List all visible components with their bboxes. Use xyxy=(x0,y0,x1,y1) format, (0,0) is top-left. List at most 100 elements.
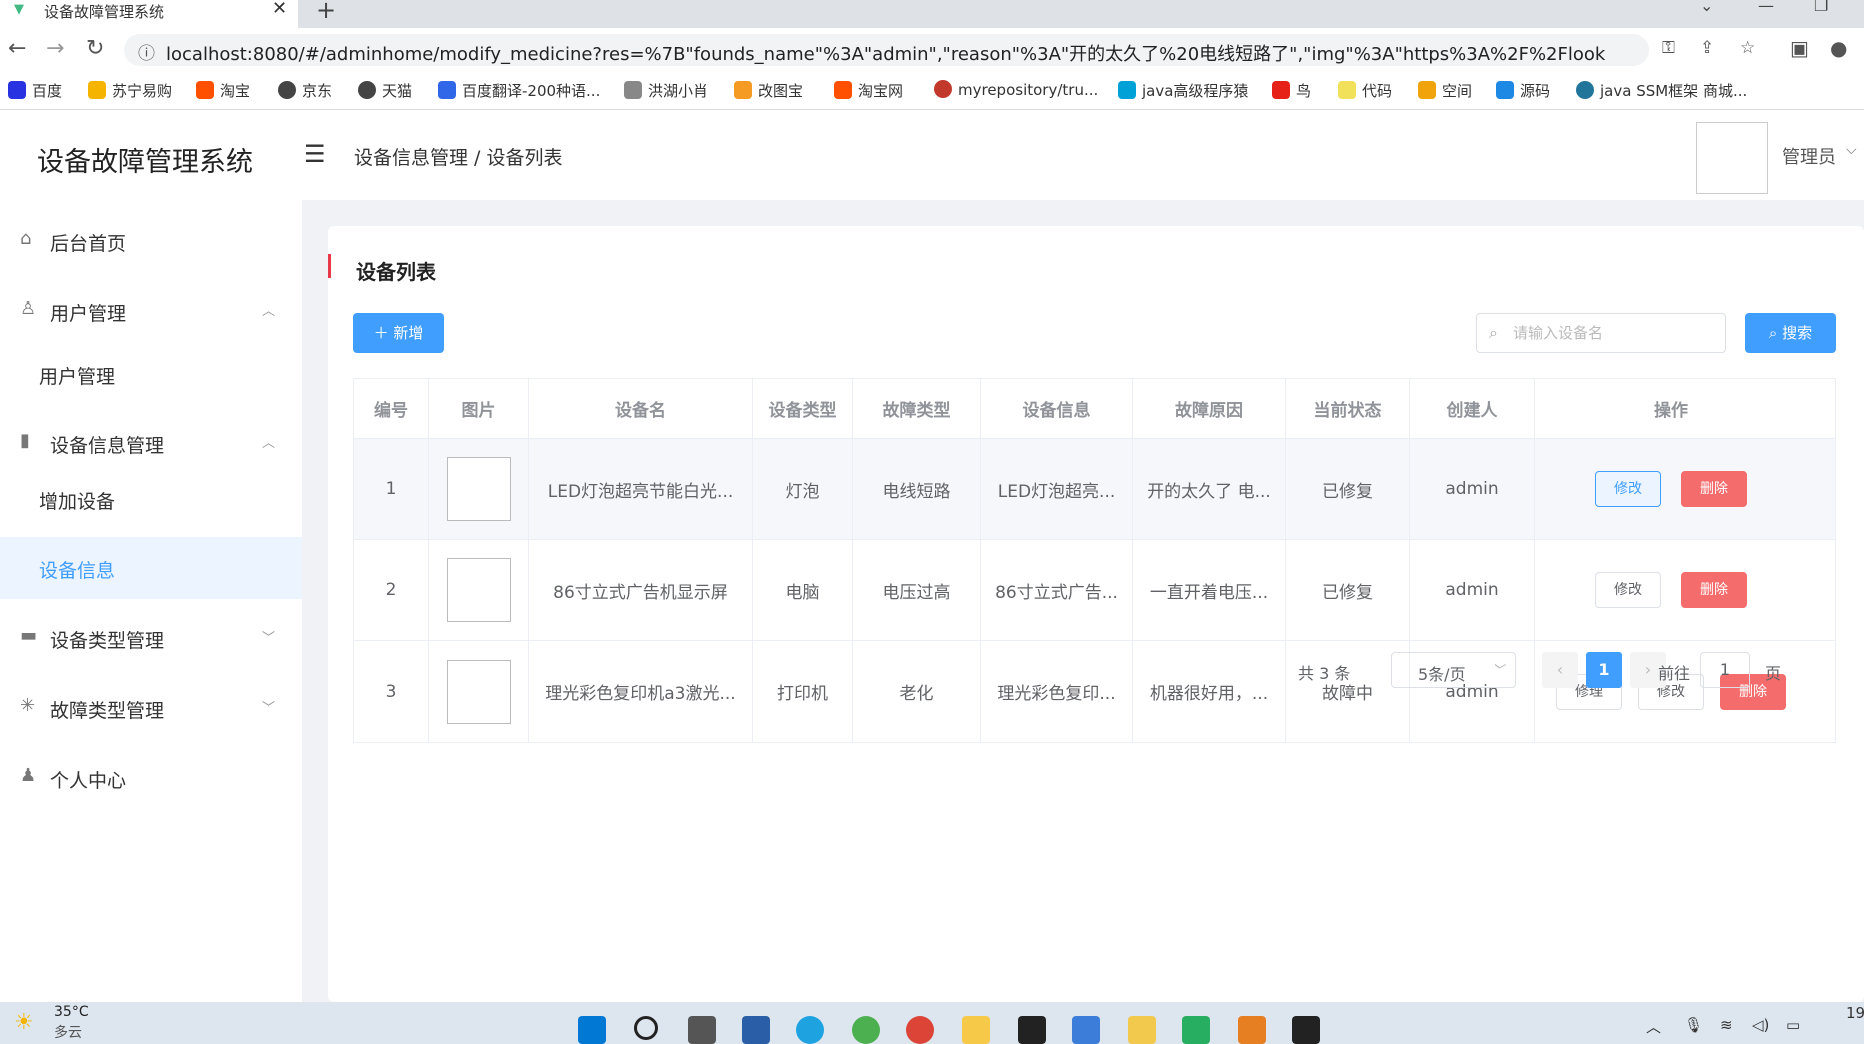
add-device-button[interactable]: ＋ 新增 xyxy=(353,313,444,353)
restore-icon[interactable]: ❐ xyxy=(1814,0,1828,15)
star-icon[interactable]: ☆ xyxy=(1740,38,1755,58)
page-number-button[interactable]: 1 xyxy=(1586,652,1622,688)
goto-page-input[interactable]: 1 xyxy=(1700,652,1750,688)
bilibili-icon xyxy=(1118,81,1136,99)
bookmark-item[interactable]: 苏宁易购 xyxy=(88,80,172,101)
bookmark-item[interactable]: java高级程序猿 xyxy=(1118,80,1248,101)
sidebar-item-device-info-management[interactable]: ▮ 设备信息管理 ︿ xyxy=(0,412,302,474)
sidebar-item-label: 后台首页 xyxy=(50,233,127,255)
search-input[interactable] xyxy=(1513,322,1713,344)
search-icon: ⌕ xyxy=(1489,323,1498,342)
forward-icon[interactable]: → xyxy=(46,36,64,61)
bookmark-item[interactable]: 空间 xyxy=(1418,80,1472,101)
minimize-icon[interactable]: — xyxy=(1758,0,1774,15)
back-icon[interactable]: ← xyxy=(8,36,26,61)
battery-icon[interactable]: ▭ xyxy=(1786,1016,1800,1034)
reload-icon[interactable]: ↻ xyxy=(86,36,104,61)
wifi-icon[interactable]: ≋ xyxy=(1720,1016,1733,1034)
chevron-down-icon[interactable]: ⌵ xyxy=(1846,142,1857,158)
chevron-up-icon: ︿ xyxy=(262,436,276,451)
suning-icon xyxy=(88,81,106,99)
column-header: 故障类型 xyxy=(853,379,981,438)
delete-button[interactable]: 删除 xyxy=(1681,572,1747,608)
clock: 19 xyxy=(1846,1004,1864,1022)
chrome-icon[interactable] xyxy=(906,1016,934,1044)
edit-button[interactable]: 修改 xyxy=(1595,572,1661,608)
bookmark-item[interactable]: 天猫 xyxy=(358,80,412,101)
bookmark-item[interactable]: 洪湖小肖 xyxy=(624,80,708,101)
sidebar-item-home[interactable]: ⌂ 后台首页 xyxy=(0,210,302,272)
table-row[interactable]: 1 LED灯泡超亮节能白光... 灯泡 电线短路 LED灯泡超亮... 开的太久… xyxy=(354,439,1835,540)
user-icon: ♙ xyxy=(20,298,37,319)
sidebar-item-label: 设备信息 xyxy=(39,560,116,582)
cell-info: 86寸立式广告... xyxy=(981,540,1133,640)
edge-icon[interactable] xyxy=(796,1016,824,1044)
bookmark-item[interactable]: 百度 xyxy=(8,80,62,101)
edit-button[interactable]: 修改 xyxy=(1595,471,1661,507)
code-icon xyxy=(1338,81,1356,99)
bookmark-item[interactable]: 淘宝 xyxy=(196,80,250,101)
volume-icon[interactable]: ◁) xyxy=(1752,1016,1769,1034)
menu-toggle-icon[interactable]: ☰ xyxy=(304,140,326,168)
microphone-icon[interactable]: 🎙 xyxy=(1684,1016,1703,1034)
sidebar-item-device-type-management[interactable]: ▬ 设备类型管理 ﹀ xyxy=(0,607,302,669)
bookmark-item[interactable]: 京东 xyxy=(278,80,332,101)
search-field[interactable]: ⌕ xyxy=(1476,313,1726,353)
table-row[interactable]: 2 86寸立式广告机显示屏 电脑 电压过高 86寸立式广告... 一直开着电压.… xyxy=(354,540,1835,641)
sidebar-item-personal-center[interactable]: ♟ 个人中心 xyxy=(0,747,302,809)
sidebar-item-fault-type-management[interactable]: ✳ 故障类型管理 ﹀ xyxy=(0,677,302,739)
task-view-icon[interactable] xyxy=(688,1016,716,1044)
app-icon[interactable] xyxy=(1238,1016,1266,1044)
bookmark-item[interactable]: 改图宝 xyxy=(734,80,803,101)
bookmark-item[interactable]: 百度翻译-200种语... xyxy=(438,80,600,101)
site-info-icon[interactable]: ⓘ xyxy=(138,39,155,64)
sidebar-item-user-management-sub[interactable]: 用户管理 xyxy=(0,343,302,405)
prev-page-button[interactable]: ‹ xyxy=(1542,652,1578,688)
folder-icon[interactable] xyxy=(962,1016,990,1044)
cell-fault: 电压过高 xyxy=(853,540,981,640)
start-icon[interactable] xyxy=(578,1016,606,1044)
bookmark-item[interactable]: 淘宝网 xyxy=(834,80,903,101)
globe-icon xyxy=(278,81,296,99)
photos-icon[interactable] xyxy=(1072,1016,1100,1044)
share-icon[interactable]: ⇪ xyxy=(1700,38,1714,58)
bookmark-item[interactable]: 代码 xyxy=(1338,80,1392,101)
hbuilder-icon[interactable] xyxy=(1182,1016,1210,1044)
sidebar-item-device-info[interactable]: 设备信息 xyxy=(0,537,302,599)
new-tab-button[interactable]: + xyxy=(316,0,336,24)
sidebar-item-add-device[interactable]: 增加设备 xyxy=(0,468,302,530)
sidepanel-icon[interactable]: ▣ xyxy=(1790,36,1809,60)
app-icon[interactable] xyxy=(742,1016,770,1044)
bookmark-item[interactable]: 源码 xyxy=(1496,80,1550,101)
terminal-icon[interactable] xyxy=(1292,1016,1320,1044)
tab-close-icon[interactable]: ✕ xyxy=(272,0,287,19)
chevron-left-icon: ‹ xyxy=(1556,660,1564,679)
sidebar-item-user-management[interactable]: ♙ 用户管理 ︿ xyxy=(0,280,302,342)
avatar[interactable] xyxy=(1696,122,1768,194)
chevron-up-icon[interactable]: ︿ xyxy=(1646,1016,1661,1037)
page-size-select[interactable]: 5条/页 ﹀ xyxy=(1391,652,1516,688)
browser-icon[interactable] xyxy=(852,1016,880,1044)
intellij-icon[interactable] xyxy=(1018,1016,1046,1044)
plus-icon: ＋ xyxy=(373,324,394,342)
url-text[interactable]: localhost:8080/#/adminhome/modify_medici… xyxy=(166,40,1606,66)
url-field[interactable]: ⓘ localhost:8080/#/adminhome/modify_medi… xyxy=(124,34,1649,66)
bookmark-item[interactable]: java SSM框架 商城... xyxy=(1576,80,1747,101)
search-icon[interactable] xyxy=(634,1016,658,1040)
browser-tab[interactable]: ▼ 设备故障管理系统 ✕ xyxy=(0,0,298,28)
user-name[interactable]: 管理员 xyxy=(1782,143,1836,169)
delete-button[interactable]: 删除 xyxy=(1681,471,1747,507)
bookmark-item[interactable]: 鸟 xyxy=(1272,80,1311,101)
bar-chart-icon: ▮ xyxy=(20,430,30,451)
space-icon xyxy=(1418,81,1436,99)
app-icon[interactable] xyxy=(1128,1016,1156,1044)
key-icon[interactable]: ⚿ xyxy=(1662,38,1675,58)
sidebar-item-label: 个人中心 xyxy=(50,770,127,792)
cell-fault: 老化 xyxy=(853,641,981,742)
globe-icon xyxy=(358,81,376,99)
search-button[interactable]: ⌕ 搜索 xyxy=(1745,313,1836,353)
cell-name: LED灯泡超亮节能白光... xyxy=(529,439,753,539)
tab-search-icon[interactable]: ⌄ xyxy=(1700,0,1713,15)
bookmark-item[interactable]: myrepository/tru... xyxy=(934,80,1098,99)
profile-icon[interactable]: ● xyxy=(1830,36,1847,60)
